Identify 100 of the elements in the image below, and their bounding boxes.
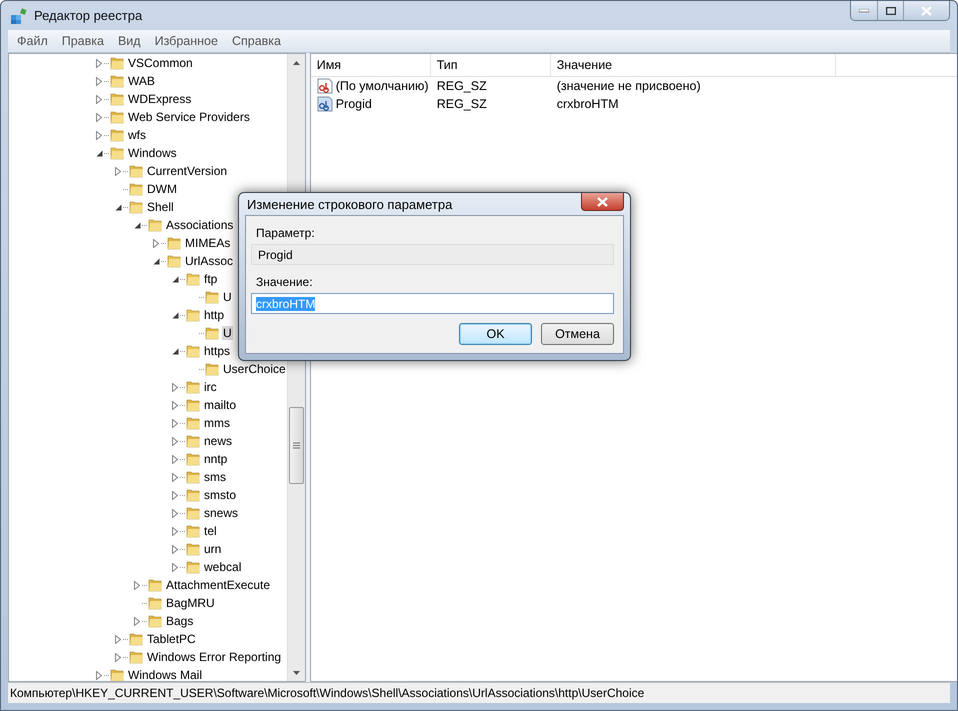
scroll-down-icon[interactable] (292, 670, 300, 674)
tree-item[interactable]: wfs (127, 128, 147, 142)
tree-item[interactable]: Windows Mail (127, 668, 204, 681)
expand-arrow-icon[interactable] (172, 472, 178, 482)
menu-item[interactable]: Справка (224, 31, 288, 51)
expand-arrow-icon[interactable] (172, 454, 178, 464)
tree-item[interactable]: Shell (146, 200, 175, 214)
expand-arrow-icon[interactable] (96, 58, 102, 68)
tree-item[interactable]: https (203, 344, 232, 358)
folder-icon (109, 55, 125, 71)
tree-item[interactable]: sms (203, 470, 227, 484)
collapse-arrow-icon[interactable] (172, 348, 178, 354)
expand-arrow-icon[interactable] (172, 526, 178, 536)
folder-icon (147, 613, 163, 629)
collapse-arrow-icon[interactable] (152, 258, 160, 264)
tree-item[interactable]: U (222, 326, 233, 340)
menu-item[interactable]: Файл (10, 31, 55, 51)
tree-item[interactable]: mailto (203, 398, 238, 412)
collapse-arrow-icon[interactable] (96, 150, 102, 156)
tree-item[interactable]: UserChoice (222, 362, 287, 376)
tree-item[interactable]: Windows Error Reporting (146, 650, 282, 664)
value-name[interactable]: Progid (310, 96, 431, 112)
string-value-icon (316, 96, 333, 112)
menu-item[interactable]: Вид (110, 31, 148, 51)
expand-arrow-icon[interactable] (172, 562, 178, 572)
folder-icon (147, 577, 163, 593)
tree-item[interactable]: TabletPC (146, 632, 197, 646)
collapse-arrow-icon[interactable] (172, 312, 178, 318)
tree-item[interactable]: WAB (127, 74, 156, 88)
folder-icon (185, 433, 201, 449)
expand-arrow-icon[interactable] (115, 634, 121, 644)
dialog-button[interactable]: OK (459, 323, 532, 345)
tree-item[interactable]: VSCommon (127, 56, 194, 70)
column-header[interactable]: Тип (430, 54, 551, 76)
tree-item[interactable]: BagMRU (165, 596, 216, 610)
tree-item[interactable]: irc (203, 380, 218, 394)
folder-icon (128, 163, 144, 179)
folder-icon (128, 199, 144, 215)
tree-item[interactable]: UrlAssoc (184, 254, 234, 268)
tree-item[interactable]: snews (203, 506, 240, 520)
column-header[interactable]: Значение (550, 54, 836, 76)
tree-item[interactable]: Associations (165, 218, 234, 232)
maximize-button[interactable] (877, 1, 903, 20)
tree-item[interactable]: nntp (203, 452, 228, 466)
menu-item[interactable]: Правка (54, 31, 111, 51)
tree-item[interactable]: Windows (127, 146, 178, 160)
tree-item[interactable]: DWM (146, 182, 178, 196)
maximize-icon (886, 6, 896, 14)
expand-arrow-icon[interactable] (172, 436, 178, 446)
tree-item[interactable]: tel (203, 524, 218, 538)
value-name[interactable]: (По умолчанию) (310, 78, 431, 94)
expand-arrow-icon[interactable] (96, 94, 102, 104)
folder-icon (204, 325, 220, 341)
expand-arrow-icon[interactable] (134, 616, 140, 626)
expand-arrow-icon[interactable] (172, 382, 178, 392)
expand-arrow-icon[interactable] (172, 418, 178, 428)
scrollbar-thumb[interactable] (288, 407, 304, 484)
tree-item[interactable]: urn (203, 542, 222, 556)
expand-arrow-icon[interactable] (172, 544, 178, 554)
menu-item[interactable]: Избранное (148, 31, 225, 51)
tree-item[interactable]: U (222, 290, 233, 304)
expand-arrow-icon[interactable] (153, 238, 159, 248)
folder-icon (185, 451, 201, 467)
expand-arrow-icon[interactable] (172, 490, 178, 500)
collapse-arrow-icon[interactable] (114, 204, 122, 210)
tree-item[interactable]: http (203, 308, 226, 322)
string-value-icon (316, 78, 333, 94)
expand-arrow-icon[interactable] (115, 166, 121, 176)
expand-arrow-icon[interactable] (115, 652, 121, 662)
value-type: REG_SZ (436, 79, 488, 93)
expand-arrow-icon[interactable] (134, 580, 140, 590)
tree-item[interactable]: MIMEAs (184, 236, 232, 250)
folder-icon (109, 667, 125, 681)
tree-item[interactable]: mms (203, 416, 231, 430)
tree-item[interactable]: news (203, 434, 234, 448)
tree-item[interactable]: CurrentVersion (146, 164, 228, 178)
tree-item[interactable]: AttachmentExecute (165, 578, 272, 592)
collapse-arrow-icon[interactable] (134, 222, 140, 228)
value-type: REG_SZ (436, 97, 488, 111)
tree-item[interactable]: Web Service Providers (127, 110, 251, 124)
expand-arrow-icon[interactable] (172, 400, 178, 410)
close-icon (921, 6, 932, 16)
scroll-up-icon[interactable] (292, 60, 300, 64)
folder-icon (185, 397, 201, 413)
collapse-arrow-icon[interactable] (172, 276, 178, 282)
expand-arrow-icon[interactable] (96, 670, 102, 680)
tree-item[interactable]: ftp (203, 272, 218, 286)
tree-item[interactable]: WDExpress (127, 92, 192, 106)
tree-item[interactable]: smsto (203, 488, 238, 502)
expand-arrow-icon[interactable] (96, 76, 102, 86)
tree-item[interactable]: Bags (165, 614, 194, 628)
dialog-button[interactable]: Отмена (541, 323, 614, 345)
expand-arrow-icon[interactable] (172, 508, 178, 518)
column-header[interactable]: Имя (310, 54, 431, 76)
expand-arrow-icon[interactable] (96, 112, 102, 122)
close-button[interactable] (581, 193, 624, 211)
value-data: crxbroHTM (556, 97, 620, 111)
tree-item[interactable]: webcal (203, 560, 242, 574)
folder-icon (185, 343, 201, 359)
expand-arrow-icon[interactable] (96, 130, 102, 140)
